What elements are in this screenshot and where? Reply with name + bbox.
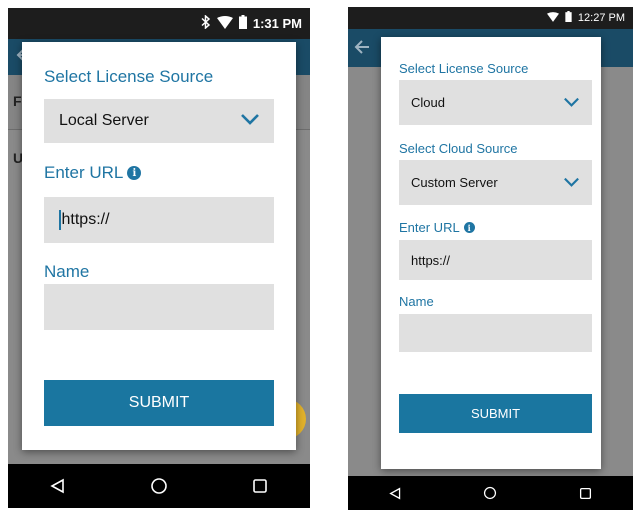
battery-icon [238,15,247,32]
nav-back-icon[interactable] [50,478,66,494]
bluetooth-icon [201,14,211,32]
info-icon[interactable]: i [127,166,142,180]
url-input-value: https:// [411,252,451,268]
nav-recents-icon[interactable] [579,487,592,500]
url-input[interactable]: https:// [44,197,274,243]
chevron-down-icon [240,112,260,130]
nav-back-icon[interactable] [389,487,402,500]
wifi-icon [546,11,559,25]
license-source-value: Local Server [59,112,149,129]
submit-label: SUBMIT [128,394,190,411]
license-source-select[interactable]: Local Server [44,99,274,143]
license-source-label: Select License Source [399,61,529,76]
status-time: 12:27 PM [577,12,625,24]
chevron-down-icon [563,95,580,110]
cloud-source-select[interactable]: Custom Server [399,160,592,205]
submit-button[interactable]: SUBMIT [44,380,274,426]
status-time: 1:31 PM [252,16,302,31]
back-arrow-icon[interactable] [352,37,372,62]
nav-home-icon[interactable] [483,486,497,500]
info-icon[interactable]: i [463,222,475,233]
name-input[interactable] [399,314,592,352]
license-source-value: Cloud [411,95,445,110]
status-bar: 1:31 PM [8,8,310,39]
url-label-text: Enter URL [44,163,124,182]
cloud-source-label: Select Cloud Source [399,141,518,156]
wifi-icon [216,15,233,32]
url-label-text: Enter URL [399,220,460,235]
license-source-label: Select License Source [44,67,214,86]
right-phone-screen: 12:27 PM Select License Source Cloud Sel… [348,7,633,510]
left-phone-screen: 1:31 PM F U Select License Source Local … [8,8,310,508]
status-bar: 12:27 PM [348,7,633,29]
url-label: Enter URL i [44,163,142,183]
background-row-label: F [13,93,22,109]
name-input[interactable] [44,284,274,330]
navigation-bar [348,476,633,510]
license-dialog: Select License Source Local Server Enter… [22,42,296,450]
cloud-source-value: Custom Server [411,175,498,190]
url-input-value: https:// [61,211,110,228]
url-input[interactable]: https:// [399,240,592,280]
name-label: Name [399,294,434,309]
license-source-select[interactable]: Cloud [399,80,592,125]
url-label: Enter URL i [399,220,475,235]
submit-button[interactable]: SUBMIT [399,394,592,433]
nav-home-icon[interactable] [150,477,168,495]
name-label: Name [44,262,90,281]
license-dialog: Select License Source Cloud Select Cloud… [381,37,601,469]
submit-label: SUBMIT [470,406,521,421]
navigation-bar [8,464,310,508]
nav-recents-icon[interactable] [252,478,268,494]
chevron-down-icon [563,175,580,190]
battery-icon [565,11,572,25]
text-cursor [59,210,61,230]
